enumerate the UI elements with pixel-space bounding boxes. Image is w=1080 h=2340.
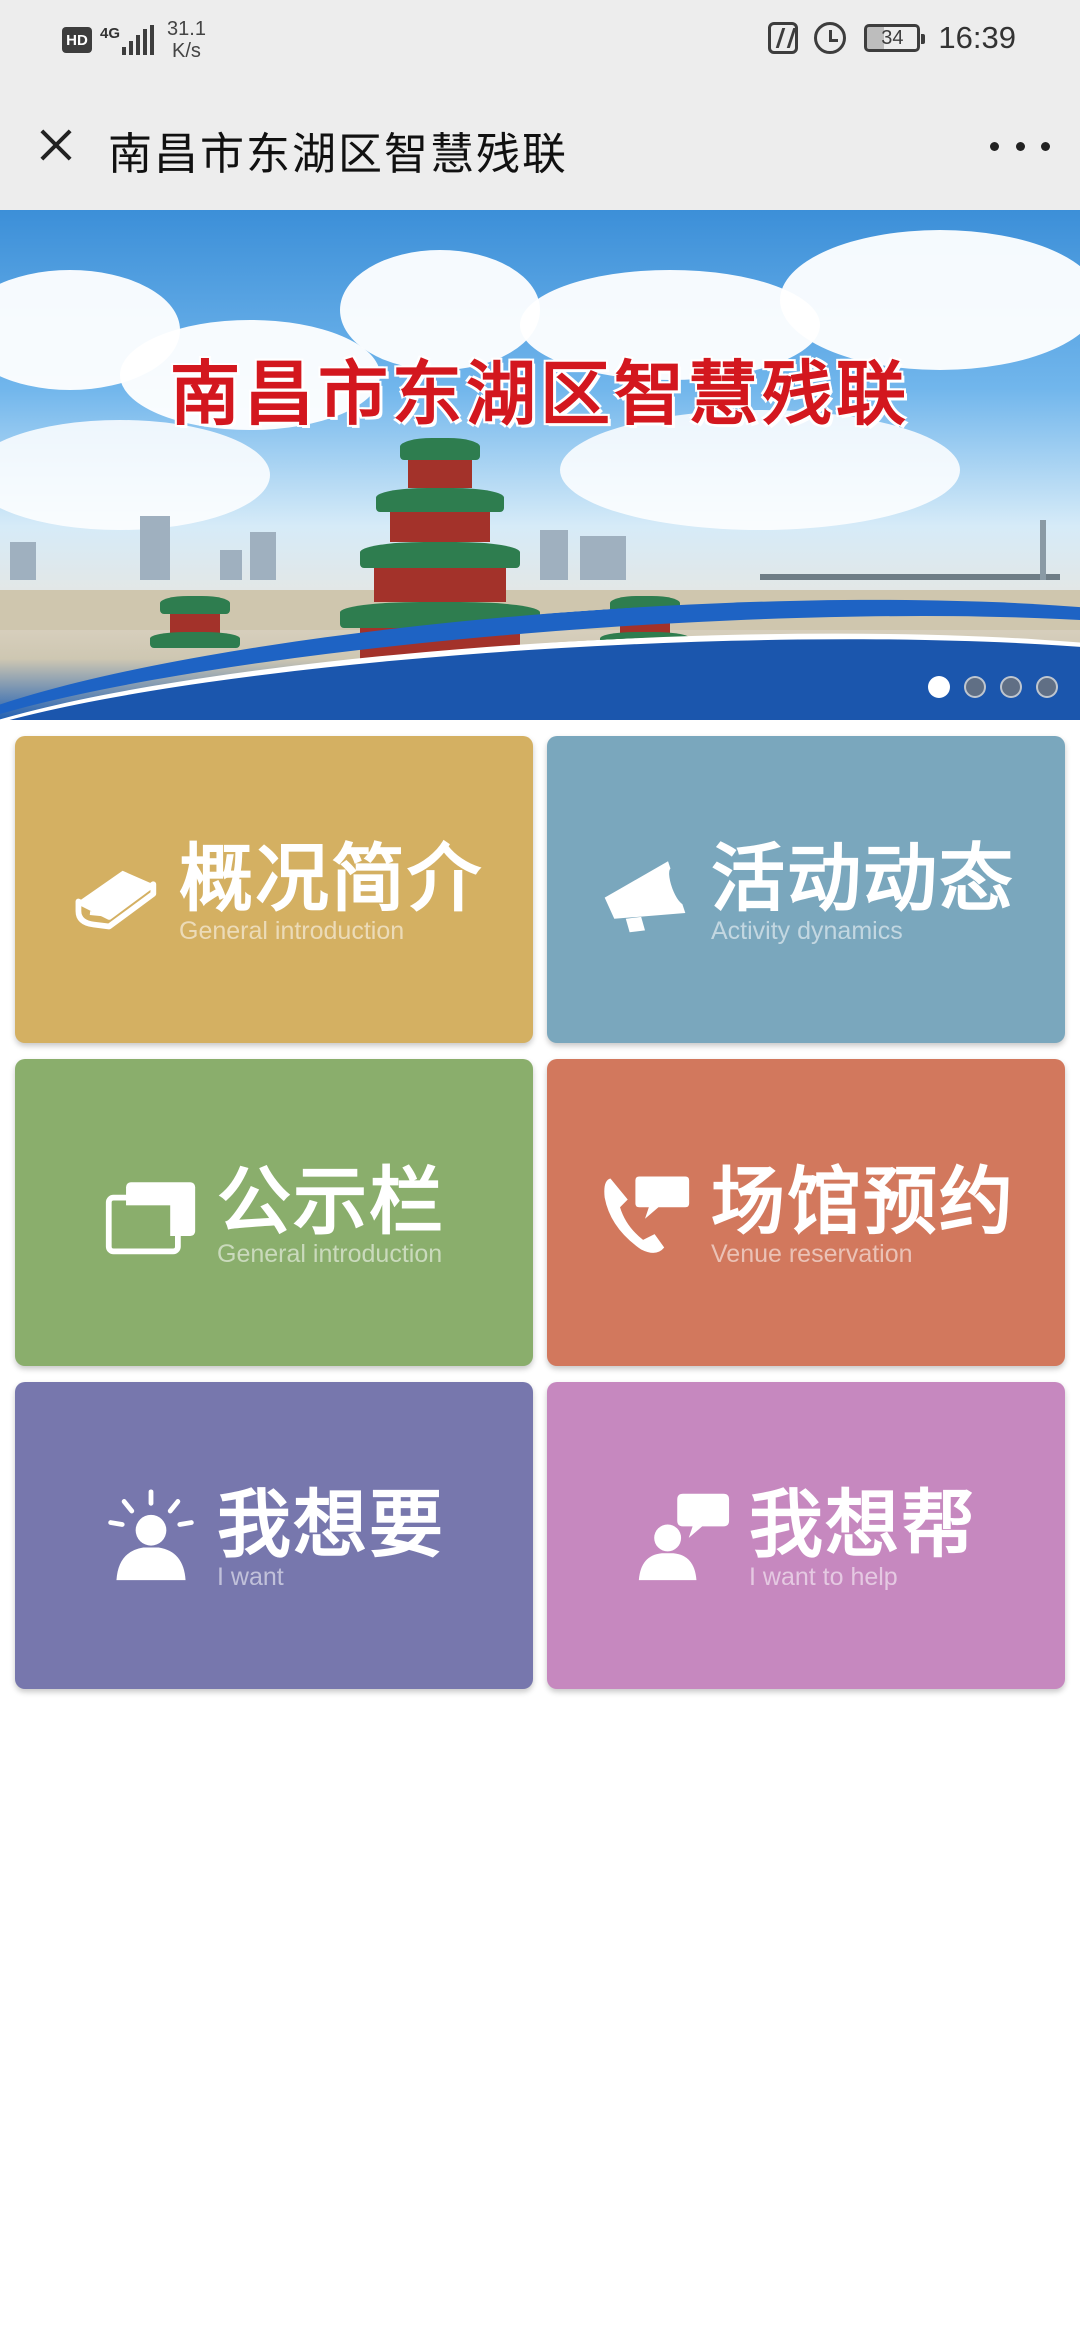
tile-subtitle: I want [217, 1562, 284, 1591]
helper-chat-icon [638, 1493, 730, 1580]
building [250, 532, 276, 580]
tile-title: 我想帮 [749, 1481, 977, 1568]
building [580, 536, 626, 580]
battery-level: 34 [881, 26, 904, 49]
tile-subtitle: General introduction [217, 1239, 443, 1268]
carousel-dot[interactable] [928, 676, 950, 698]
tile-subtitle: Activity dynamics [711, 916, 903, 945]
tile-i-want[interactable]: 我想要 I want [15, 1382, 533, 1689]
tile-title: 我想要 [217, 1481, 445, 1568]
bridge-pylon [1040, 520, 1046, 580]
speed-value: 31.1 [167, 18, 206, 40]
carousel-dot[interactable] [1000, 676, 1022, 698]
tile-subtitle: Venue reservation [711, 1239, 913, 1268]
carousel-indicator [914, 676, 1058, 698]
idea-person-icon [108, 1488, 194, 1580]
more-dots-icon[interactable] [990, 126, 1050, 166]
status-left: HD 4G 31.1 K/s [62, 18, 206, 62]
carousel-dot[interactable] [964, 676, 986, 698]
status-bar: HD 4G 31.1 K/s 34 16:39 [0, 0, 1080, 80]
tile-general-introduction[interactable]: 概况简介 General introduction [15, 736, 533, 1043]
tile-subtitle: I want to help [749, 1562, 898, 1591]
clock: 16:39 [938, 20, 1016, 55]
banner-title: 南昌市东湖区智慧残联 [170, 353, 910, 435]
gallery-icon [105, 1181, 196, 1254]
alarm-icon [814, 22, 847, 54]
tile-activity-dynamics[interactable]: 活动动态 Activity dynamics [547, 736, 1065, 1043]
building [540, 530, 568, 580]
tile-title: 公示栏 [217, 1158, 445, 1245]
status-right: 34 16:39 [768, 20, 1016, 56]
tile-venue-reservation[interactable]: 场馆预约 Venue reservation [547, 1059, 1065, 1366]
tile-subtitle: General introduction [179, 916, 405, 945]
bridge [760, 574, 1060, 580]
megaphone-icon [604, 860, 687, 932]
network-speed: 31.1 K/s [167, 18, 206, 62]
tile-bulletin-board[interactable]: 公示栏 General introduction [15, 1059, 533, 1366]
banner-carousel[interactable]: 南昌市东湖区智慧残联 [0, 210, 1080, 720]
network-type: 4G [100, 25, 121, 42]
building [220, 550, 242, 580]
battery-icon: 34 [864, 24, 926, 52]
tile-title: 场馆预约 [711, 1158, 1015, 1245]
nfc-icon [768, 22, 799, 54]
building [140, 516, 170, 580]
signal-icon [122, 25, 157, 55]
building [10, 542, 36, 580]
close-icon[interactable] [30, 120, 80, 170]
tile-title: 活动动态 [711, 835, 1015, 922]
title-bar: 南昌市东湖区智慧残联 [0, 80, 1080, 210]
phone-chat-icon [604, 1176, 690, 1253]
speed-unit: K/s [172, 40, 201, 62]
menu-grid: 概况简介 General introduction 活动动态 Activity … [15, 736, 1065, 1689]
book-icon [75, 870, 157, 929]
carousel-dot[interactable] [1036, 676, 1058, 698]
tile-title: 概况简介 [179, 835, 483, 922]
tile-i-want-to-help[interactable]: 我想帮 I want to help [547, 1382, 1065, 1689]
hd-badge: HD [62, 27, 92, 53]
page-title: 南昌市东湖区智慧残联 [108, 129, 568, 180]
